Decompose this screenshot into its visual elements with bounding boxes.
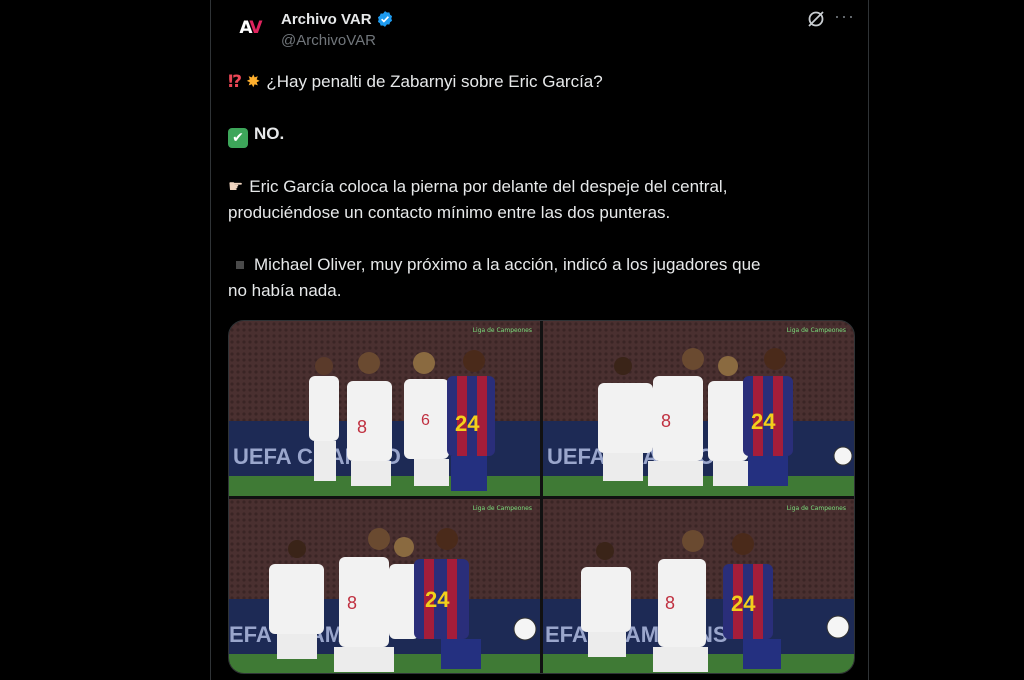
referee-text-2: no había nada. xyxy=(228,281,342,300)
explanation-text-2: produciéndose un contacto mínimo entre l… xyxy=(228,203,671,222)
broadcast-logo: Liga de Campeones xyxy=(786,327,846,334)
check-mark-emoji: ✔ xyxy=(228,128,248,148)
media-frame-3[interactable]: EFA CHAMPIO 8 24 Liga de Campeones xyxy=(229,499,540,673)
pointing-hand-emoji: ☛ xyxy=(228,177,244,197)
explanation-text-1: Eric García coloca la pierna por delante… xyxy=(249,177,728,196)
question-line: ⁉ ✸ ¿Hay penalti de Zabarnyi sobre Eric Ga… xyxy=(228,69,838,95)
svg-text:8: 8 xyxy=(347,593,357,613)
broadcast-logo: Liga de Campeones xyxy=(786,505,846,512)
broadcast-logo: Liga de Campeones xyxy=(472,327,532,334)
answer-text: NO. xyxy=(254,124,285,143)
match-photo: EFA CHAMPIONS 8 24 xyxy=(543,499,854,673)
match-photo: UEFA CHAMPIO 8 6 24 xyxy=(229,321,540,496)
interrobang-emoji: ⁉ xyxy=(228,72,243,92)
author-handle[interactable]: @ArchivoVAR xyxy=(281,32,376,49)
referee-line: Michael Oliver, muy próximo a la acción,… xyxy=(228,252,838,304)
author-name[interactable]: Archivo VAR xyxy=(281,11,372,28)
svg-text:8: 8 xyxy=(661,411,671,431)
answer-line: ✔ NO. xyxy=(228,121,838,148)
more-icon[interactable]: ··· xyxy=(834,6,855,27)
verified-badge-icon xyxy=(377,11,392,27)
svg-text:24: 24 xyxy=(425,587,450,612)
svg-text:24: 24 xyxy=(751,409,776,434)
media-grid[interactable]: UEFA CHAMPIO 8 6 24 Liga de Campeones UE… xyxy=(228,320,855,674)
svg-text:8: 8 xyxy=(665,593,675,613)
svg-text:8: 8 xyxy=(357,417,367,437)
svg-text:6: 6 xyxy=(421,412,430,429)
grok-icon[interactable] xyxy=(806,9,826,29)
media-frame-2[interactable]: UEFA CHAMPIO 8 24 Liga de Campeones xyxy=(543,321,854,496)
author-avatar[interactable]: AV xyxy=(230,8,270,48)
collision-emoji: ✸ xyxy=(246,72,261,92)
referee-text-1: Michael Oliver, muy próximo a la acción,… xyxy=(254,255,761,274)
author-name-row[interactable]: Archivo VAR xyxy=(281,10,394,28)
explanation-line: ☛ Eric García coloca la pierna por delant… xyxy=(228,174,838,226)
archivo-var-logo-icon: AV xyxy=(239,18,262,38)
match-photo: UEFA CHAMPIO 8 24 xyxy=(543,321,854,496)
svg-text:24: 24 xyxy=(455,411,480,436)
black-square-emoji xyxy=(236,260,244,269)
match-photo: EFA CHAMPIO 8 24 xyxy=(229,499,540,673)
broadcast-logo: Liga de Campeones xyxy=(472,505,532,512)
media-frame-4[interactable]: EFA CHAMPIONS 8 24 Liga de Campeones xyxy=(543,499,854,673)
tweet-text: ⁉ ✸ ¿Hay penalti de Zabarnyi sobre Eric Ga… xyxy=(228,69,838,304)
svg-text:24: 24 xyxy=(731,591,756,616)
question-text: ¿Hay penalti de Zabarnyi sobre Eric Garc… xyxy=(266,72,603,91)
media-frame-1[interactable]: UEFA CHAMPIO 8 6 24 Liga de Campeones xyxy=(229,321,540,496)
